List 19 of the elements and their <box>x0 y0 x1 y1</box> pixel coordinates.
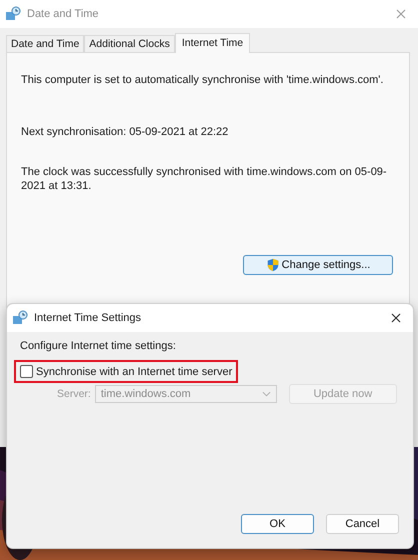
clock-icon <box>5 6 21 22</box>
window-title: Date and Time <box>27 8 100 20</box>
sync-checkbox[interactable]: Synchronise with an Internet time server <box>14 360 238 383</box>
tab[interactable]: Additional Clocks <box>84 35 175 52</box>
ok-button[interactable]: OK <box>241 514 314 534</box>
close-icon[interactable] <box>391 313 401 323</box>
shield-icon <box>266 258 280 272</box>
tab[interactable]: Internet Time <box>174 33 250 53</box>
server-label: Server: <box>57 388 91 400</box>
last-sync-text: The clock was successfully synchronised with time.windows.com on 05-09-2021 at 13:31. <box>21 165 388 193</box>
cancel-button[interactable]: Cancel <box>326 514 399 534</box>
next-sync-text: Next synchronisation: 05-09-2021 at 22:22 <box>21 125 230 139</box>
sync-status-text: This computer is set to automatically synchronise with 'time.windows.com'. <box>21 73 384 87</box>
clock-icon <box>12 310 28 326</box>
dialog-title: Internet Time Settings <box>34 312 142 324</box>
chevron-down-icon <box>262 391 271 397</box>
change-settings-button[interactable]: Change settings... <box>243 255 393 275</box>
tab[interactable]: Date and Time <box>6 35 84 52</box>
settings-heading: Configure Internet time settings: <box>20 340 177 352</box>
